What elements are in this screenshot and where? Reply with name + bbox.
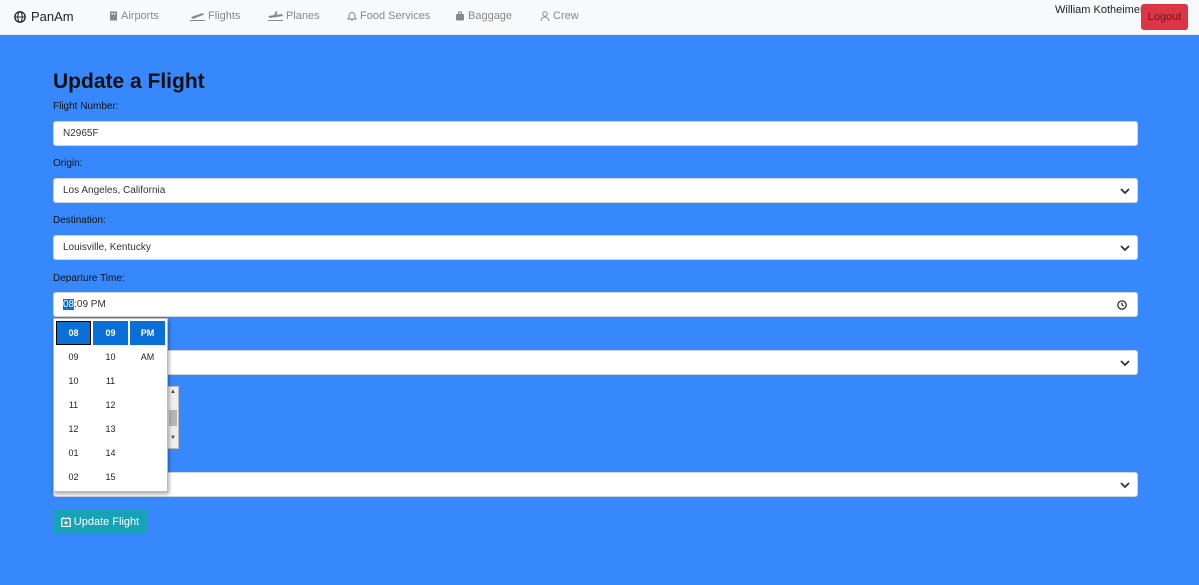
page-title: Update a Flight [53,70,205,93]
minute-option[interactable]: 09 [93,321,128,345]
hour-option[interactable]: 02 [56,465,91,489]
minute-option[interactable]: 12 [93,393,128,417]
period-option[interactable]: PM [130,321,165,345]
logout-button[interactable]: Logout [1141,4,1188,30]
origin-value: Los Angeles, California [63,185,166,196]
user-icon [540,11,550,21]
nav-food-services[interactable]: Food Services [347,10,430,22]
departure-time-input[interactable]: 08:09 PM [53,292,1138,317]
nav-airports-label: Airports [121,10,159,22]
destination-select[interactable]: Louisville, Kentucky [53,235,1138,260]
brand-label: PanAm [31,9,74,24]
departure-time-label: Departure Time: [53,273,125,284]
globe-icon [14,10,26,23]
user-name: William Kotheimer [1055,4,1144,16]
period-column: PM AM [130,321,165,369]
select-field[interactable] [53,472,1138,497]
chevron-down-icon [1120,188,1130,195]
scroll-up-icon[interactable]: ▲ [170,389,176,395]
time-picker-dropdown: 08 09 10 11 12 01 02 09 10 11 12 13 14 1… [53,318,168,492]
nav-flights[interactable]: Flights [190,10,240,22]
nav-airports[interactable]: Airports [109,10,159,22]
scroll-down-icon[interactable]: ▼ [170,435,176,441]
scroll-thumb[interactable] [169,410,177,426]
period-option[interactable]: AM [130,345,165,369]
navbar: PanAm Airports Flights Planes Food Servi… [0,0,1199,35]
nav-food-services-label: Food Services [360,10,431,22]
calendar-plus-icon [60,516,71,527]
minute-column: 09 10 11 12 13 14 15 [93,321,128,489]
minute-option[interactable]: 13 [93,417,128,441]
select-field[interactable] [53,350,1138,375]
brand[interactable]: PanAm [14,9,74,24]
minute-option[interactable]: 15 [93,465,128,489]
minute-option[interactable]: 11 [93,369,128,393]
bell-icon [347,12,357,21]
chevron-down-icon [1120,360,1130,367]
building-icon [110,11,117,21]
destination-label: Destination: [53,215,106,226]
nav-planes-label: Planes [286,10,320,22]
plane-departure-icon [190,13,205,21]
nav-baggage[interactable]: Baggage [455,10,512,22]
update-flight-label: Update Flight [73,515,140,528]
suitcase-icon [456,11,464,21]
hour-option[interactable]: 09 [56,345,91,369]
chevron-down-icon [1120,482,1130,489]
hour-option[interactable]: 08 [56,321,91,345]
nav-crew[interactable]: Crew [540,10,579,22]
chevron-down-icon [1120,245,1130,252]
nav-baggage-label: Baggage [468,10,513,22]
plane-icon [268,11,283,21]
update-flight-button[interactable]: Update Flight [53,509,147,534]
flight-number-label: Flight Number: [53,101,119,112]
origin-select[interactable]: Los Angeles, California [53,178,1138,203]
flight-number-input[interactable]: N2965F [53,121,1138,146]
hour-column: 08 09 10 11 12 01 02 [56,321,91,489]
flight-number-value: N2965F [63,128,99,139]
nav-flights-label: Flights [208,10,241,22]
departure-time-rest[interactable]: :09 PM [74,299,106,310]
hour-option[interactable]: 12 [56,417,91,441]
origin-label: Origin: [53,158,83,169]
hour-option[interactable]: 11 [56,393,91,417]
nav-planes[interactable]: Planes [268,10,320,22]
nav-crew-label: Crew [553,10,579,22]
minute-option[interactable]: 14 [93,441,128,465]
departure-hour-segment[interactable]: 08 [63,299,75,310]
destination-value: Louisville, Kentucky [63,242,151,253]
hour-option[interactable]: 01 [56,441,91,465]
minute-option[interactable]: 10 [93,345,128,369]
clock-icon[interactable] [1117,300,1127,310]
hour-option[interactable]: 10 [56,369,91,393]
